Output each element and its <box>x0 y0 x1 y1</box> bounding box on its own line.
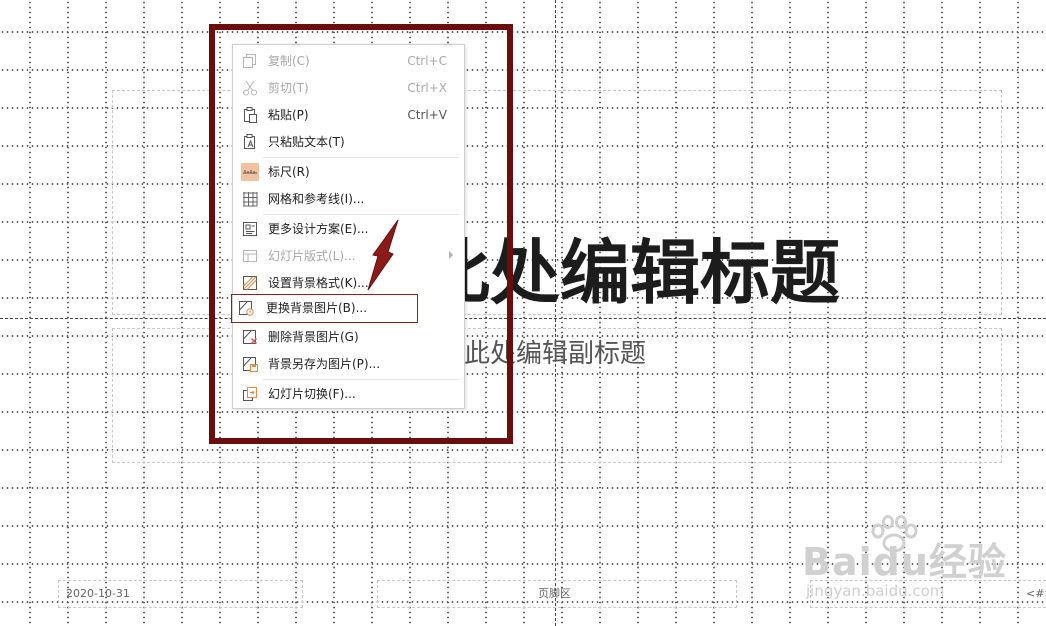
menu-item-shortcut: Ctrl+C <box>407 54 447 68</box>
menu-item-slide-layout[interactable]: 幻灯片版式(L)... <box>237 243 461 269</box>
horizontal-guide-line[interactable] <box>0 318 1046 319</box>
menu-item-cut[interactable]: 剪切(T) Ctrl+X <box>237 75 461 101</box>
delete-background-icon <box>243 330 257 344</box>
menu-item-delete-background-image[interactable]: 删除背景图片(G) <box>237 324 461 350</box>
menu-item-label: 网格和参考线(I)... <box>268 192 365 206</box>
cut-icon <box>243 80 257 96</box>
menu-item-slide-transition[interactable]: 幻灯片切换(F)... <box>237 381 461 407</box>
paste-text-icon <box>244 134 255 149</box>
design-icon <box>243 222 257 236</box>
menu-item-label: 设置背景格式(K)... <box>268 276 369 290</box>
menu-item-shortcut: Ctrl+V <box>407 108 447 122</box>
menu-item-label: 标尺(R) <box>268 165 310 179</box>
menu-separator <box>263 157 459 158</box>
menu-item-more-designs[interactable]: 更多设计方案(E)... <box>237 216 461 242</box>
menu-item-ruler[interactable]: 标尺(R) <box>237 159 461 185</box>
menu-item-label: 只粘贴文本(T) <box>268 135 345 149</box>
paste-icon <box>244 107 257 123</box>
copy-icon <box>243 54 256 68</box>
menu-item-save-background-as-image[interactable]: 背景另存为图片(P)... <box>237 351 461 377</box>
menu-item-copy[interactable]: 复制(C) Ctrl+C <box>237 48 461 74</box>
ruler-icon <box>241 163 259 181</box>
watermark: Baidu经验 jingyan.baidu.com <box>802 515 1006 605</box>
date-text: 2020-10-31 <box>66 587 130 600</box>
menu-item-change-background-image[interactable]: 更换背景图片(B)... <box>231 294 418 323</box>
menu-separator <box>263 214 459 215</box>
menu-item-label: 粘贴(P) <box>268 108 309 122</box>
menu-item-label: 幻灯片切换(F)... <box>268 387 356 401</box>
menu-item-grid-guides[interactable]: 网格和参考线(I)... <box>237 186 461 212</box>
menu-item-paste-text-only[interactable]: 只粘贴文本(T) <box>237 129 461 155</box>
save-background-icon <box>243 357 258 372</box>
menu-item-label: 删除背景图片(G) <box>268 330 359 344</box>
transition-icon <box>243 387 257 401</box>
menu-item-label: 幻灯片版式(L)... <box>268 249 356 263</box>
annotation-arrow-icon <box>367 219 399 291</box>
slide-number-text: <#> <box>1026 587 1046 600</box>
menu-item-label: 更换背景图片(B)... <box>266 301 368 315</box>
menu-item-label: 更多设计方案(E)... <box>268 222 369 236</box>
grid-icon <box>243 192 258 207</box>
watermark-logo: Baidu经验 <box>802 540 1007 584</box>
context-menu: 复制(C) Ctrl+C 剪切(T) Ctrl+X 粘贴(P) Ctrl+V 只… <box>231 44 465 409</box>
menu-separator <box>263 379 459 380</box>
slide-canvas[interactable]: 此处编辑标题 击此处编辑副标题 2020-10-31 页脚区 <#> Baidu… <box>0 0 1046 626</box>
menu-item-shortcut: Ctrl+X <box>407 81 447 95</box>
menu-item-format-background[interactable]: 设置背景格式(K)... <box>237 270 461 296</box>
footer-text: 页脚区 <box>538 587 571 600</box>
change-background-icon <box>239 301 254 316</box>
background-format-icon <box>243 276 257 290</box>
menu-item-label: 剪切(T) <box>268 81 309 95</box>
watermark-url: jingyan.baidu.com <box>806 582 945 600</box>
menu-item-label: 背景另存为图片(P)... <box>268 357 381 371</box>
layout-icon <box>243 250 257 262</box>
menu-item-paste[interactable]: 粘贴(P) Ctrl+V <box>237 102 461 128</box>
menu-item-label: 复制(C) <box>268 54 310 68</box>
submenu-arrow-icon <box>449 251 453 259</box>
